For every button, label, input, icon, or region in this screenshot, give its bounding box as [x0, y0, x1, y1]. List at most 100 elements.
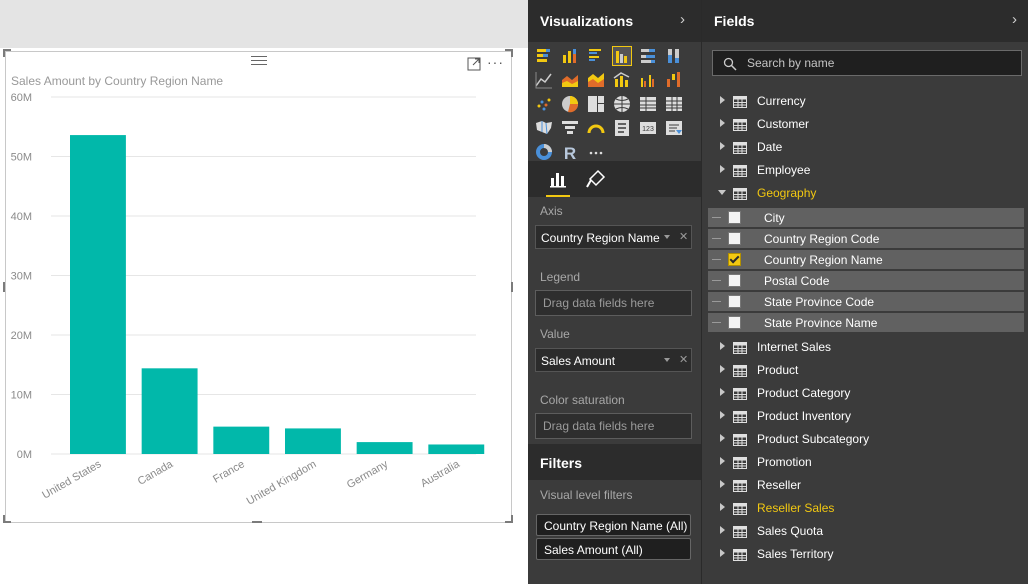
field-table-product-inventory[interactable]: Product Inventory: [702, 406, 1028, 426]
resize-handle-bl-v[interactable]: [3, 515, 5, 523]
field-table-product-category[interactable]: Product Category: [702, 383, 1028, 403]
table-icon[interactable]: [638, 94, 658, 114]
field-table-promotion[interactable]: Promotion: [702, 452, 1028, 472]
r-visual-icon[interactable]: R: [560, 142, 580, 162]
collapse-fields-icon[interactable]: ›: [1012, 11, 1017, 28]
drag-handle-icon[interactable]: [712, 280, 721, 281]
legend-well[interactable]: Drag data fields here: [535, 290, 692, 316]
expanded-arrow-icon[interactable]: [718, 190, 726, 195]
more-visuals-icon[interactable]: [586, 142, 606, 162]
line-and-column-chart-icon[interactable]: [612, 70, 632, 90]
expand-arrow-icon[interactable]: [720, 342, 725, 350]
field-table-date[interactable]: Date: [702, 137, 1028, 157]
bar[interactable]: [285, 428, 341, 454]
drag-handle-icon[interactable]: [712, 238, 721, 239]
field-table-currency[interactable]: Currency: [702, 91, 1028, 111]
drag-handle-icon[interactable]: [712, 217, 721, 218]
field-table-product-subcategory[interactable]: Product Subcategory: [702, 429, 1028, 449]
matrix-icon[interactable]: [664, 94, 684, 114]
field-table-sales-territory[interactable]: Sales Territory: [702, 544, 1028, 564]
drag-handle-icon[interactable]: [712, 322, 721, 323]
bar[interactable]: [428, 444, 485, 454]
format-tab[interactable]: [584, 167, 608, 191]
field-table-customer[interactable]: Customer: [702, 114, 1028, 134]
value-well[interactable]: Sales Amount ✕: [535, 348, 692, 372]
field-column-country-region-code[interactable]: Country Region Code: [708, 229, 1024, 248]
expand-arrow-icon[interactable]: [720, 457, 725, 465]
field-table-reseller-sales[interactable]: Reseller Sales: [702, 498, 1028, 518]
field-table-geography[interactable]: Geography: [702, 183, 1028, 203]
field-column-postal-code[interactable]: Postal Code: [708, 271, 1024, 290]
card-icon[interactable]: 123: [638, 118, 658, 138]
color-saturation-well[interactable]: Drag data fields here: [535, 413, 692, 439]
resize-handle-tr-v[interactable]: [511, 49, 513, 57]
resize-handle-bottom[interactable]: [252, 521, 262, 523]
bar-chart-visual[interactable]: Sales Amount by Country Region Name ··· …: [5, 51, 512, 523]
expand-arrow-icon[interactable]: [720, 388, 725, 396]
expand-arrow-icon[interactable]: [720, 365, 725, 373]
field-table-reseller[interactable]: Reseller: [702, 475, 1028, 495]
stacked-area-chart-icon[interactable]: [586, 70, 606, 90]
value-remove-icon[interactable]: ✕: [679, 353, 688, 366]
field-checkbox[interactable]: [728, 211, 741, 224]
slicer-icon[interactable]: [664, 118, 684, 138]
100-percent-column-chart-icon[interactable]: [664, 46, 684, 66]
expand-arrow-icon[interactable]: [720, 434, 725, 442]
field-column-state-province-name[interactable]: State Province Name: [708, 313, 1024, 332]
clustered-column-chart-icon[interactable]: [612, 46, 632, 66]
expand-arrow-icon[interactable]: [720, 142, 725, 150]
collapse-visualizations-icon[interactable]: ›: [680, 11, 685, 28]
search-field-box[interactable]: [712, 50, 1022, 76]
line-and-clustered-column-chart-icon[interactable]: [638, 70, 658, 90]
waterfall-chart-icon[interactable]: [664, 70, 684, 90]
expand-arrow-icon[interactable]: [720, 503, 725, 511]
expand-arrow-icon[interactable]: [720, 96, 725, 104]
funnel-icon[interactable]: [560, 118, 580, 138]
resize-handle-tl-v[interactable]: [3, 49, 5, 57]
field-table-sales-quota[interactable]: Sales Quota: [702, 521, 1028, 541]
bar[interactable]: [213, 426, 270, 454]
expand-arrow-icon[interactable]: [720, 165, 725, 173]
100-percent-bar-chart-icon[interactable]: [638, 46, 658, 66]
resize-handle-br-v[interactable]: [511, 515, 513, 523]
scatter-chart-icon[interactable]: [534, 94, 554, 114]
stacked-bar-chart-icon[interactable]: [534, 46, 554, 66]
resize-handle-right[interactable]: [511, 282, 513, 292]
stacked-column-chart-icon[interactable]: [560, 46, 580, 66]
filter-sales-amount[interactable]: Sales Amount (All): [536, 538, 691, 560]
expand-arrow-icon[interactable]: [720, 549, 725, 557]
resize-handle-left[interactable]: [3, 282, 5, 292]
expand-arrow-icon[interactable]: [720, 526, 725, 534]
line-chart-icon[interactable]: [534, 70, 554, 90]
drag-handle-icon[interactable]: [712, 259, 721, 260]
field-table-product[interactable]: Product: [702, 360, 1028, 380]
map-icon[interactable]: [612, 94, 632, 114]
bar[interactable]: [141, 368, 198, 454]
expand-arrow-icon[interactable]: [720, 411, 725, 419]
clustered-bar-chart-icon[interactable]: [586, 46, 606, 66]
field-table-employee[interactable]: Employee: [702, 160, 1028, 180]
field-column-city[interactable]: City: [708, 208, 1024, 227]
filled-map-icon[interactable]: [534, 118, 554, 138]
multi-row-card-icon[interactable]: [612, 118, 632, 138]
value-dropdown-icon[interactable]: [664, 358, 670, 362]
donut-chart-icon[interactable]: [534, 142, 554, 162]
axis-remove-icon[interactable]: ✕: [679, 230, 688, 243]
bar[interactable]: [70, 135, 126, 454]
pie-chart-icon[interactable]: [560, 94, 580, 114]
axis-well[interactable]: Country Region Name ✕: [535, 225, 692, 249]
treemap-icon[interactable]: [586, 94, 606, 114]
drag-handle-icon[interactable]: [712, 301, 721, 302]
field-column-country-region-name[interactable]: Country Region Name: [708, 250, 1024, 269]
expand-arrow-icon[interactable]: [720, 480, 725, 488]
axis-dropdown-icon[interactable]: [664, 235, 670, 239]
field-checkbox[interactable]: [728, 232, 741, 245]
gauge-icon[interactable]: [586, 118, 606, 138]
field-column-state-province-code[interactable]: State Province Code: [708, 292, 1024, 311]
bar[interactable]: [356, 442, 413, 454]
field-checkbox[interactable]: [728, 295, 741, 308]
search-input[interactable]: [745, 55, 1009, 71]
field-table-internet-sales[interactable]: Internet Sales: [702, 337, 1028, 357]
field-checkbox[interactable]: [728, 316, 741, 329]
area-chart-icon[interactable]: [560, 70, 580, 90]
